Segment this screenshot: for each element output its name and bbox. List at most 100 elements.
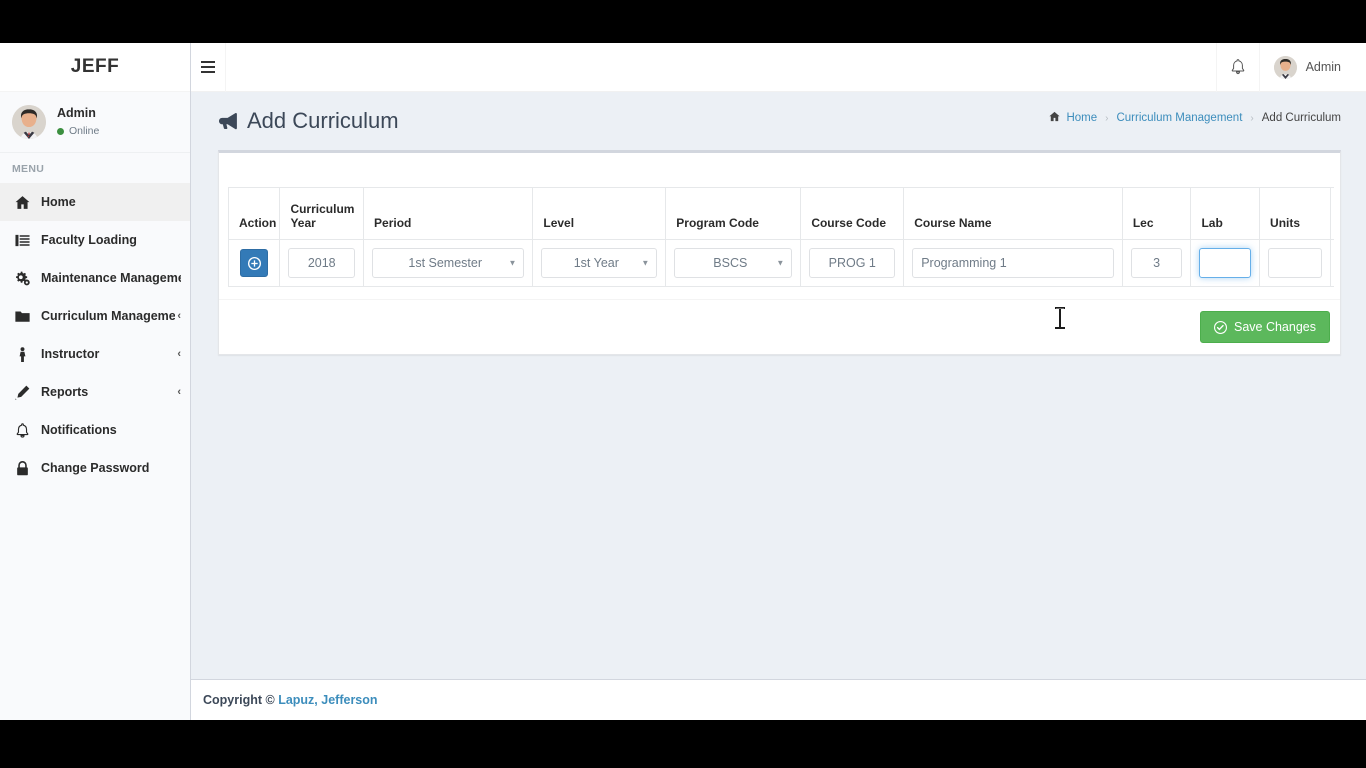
chevron-left-icon: ‹ bbox=[177, 310, 181, 322]
save-changes-label: Save Changes bbox=[1233, 320, 1316, 334]
cell-curriculum-year bbox=[279, 239, 365, 287]
period-select[interactable]: 1st Semester ▼ bbox=[372, 248, 525, 278]
program-code-select[interactable]: BSCS ▼ bbox=[674, 248, 793, 278]
bell-icon bbox=[16, 422, 29, 438]
column-header-lab: Lab bbox=[1190, 187, 1261, 240]
sidebar-item-label: Maintenance Management bbox=[41, 271, 181, 285]
plus-circle-icon bbox=[247, 256, 261, 270]
sidebar-user-name: Admin bbox=[57, 106, 96, 121]
column-header-course-code: Course Code bbox=[800, 187, 905, 240]
notifications-button[interactable] bbox=[1215, 43, 1259, 92]
author-link[interactable]: Lapuz, Jefferson bbox=[278, 693, 377, 707]
column-header-curriculum-year: Curriculum Year bbox=[279, 187, 365, 240]
breadcrumb: Home › Curriculum Management › Add Curriculu… bbox=[1049, 111, 1341, 125]
cell-program-code: BSCS ▼ bbox=[665, 239, 802, 287]
sidebar-item-maintenance-management[interactable]: Maintenance Management bbox=[0, 259, 190, 297]
application-window: JEFF Admin Online MENU Home Faculty Load… bbox=[0, 43, 1366, 720]
user-menu-button[interactable]: Admin bbox=[1258, 43, 1366, 92]
cell-level: 1st Year ▼ bbox=[532, 239, 667, 287]
breadcrumb-item-home[interactable]: Home bbox=[1049, 111, 1097, 125]
gears-icon bbox=[15, 271, 34, 286]
level-select[interactable]: 1st Year ▼ bbox=[541, 248, 658, 278]
home-icon-sm bbox=[1049, 111, 1061, 122]
table-header-row: Action Curriculum Year Period Level Program … bbox=[228, 187, 1334, 240]
breadcrumb-item-add-curriculum: Add Curriculum bbox=[1262, 112, 1341, 124]
brand-logo[interactable]: JEFF bbox=[0, 43, 190, 92]
sidebar-item-instructor[interactable]: Instructor ‹ bbox=[0, 335, 190, 373]
topbar-avatar-image bbox=[1273, 55, 1297, 79]
curriculum-box-footer: Save Changes bbox=[219, 299, 1340, 354]
sidebar-user-status: Online bbox=[57, 125, 99, 138]
lab-input[interactable] bbox=[1199, 248, 1252, 278]
sidebar-item-change-password[interactable]: Change Password bbox=[0, 449, 190, 487]
chevron-down-icon: ▼ bbox=[641, 258, 650, 268]
table-body: 1st Semester ▼ 1st Year ▼ bbox=[228, 239, 1334, 287]
page-title-text: Add Curriculum bbox=[247, 108, 399, 133]
column-header-units: Units bbox=[1259, 187, 1331, 240]
sidebar-item-reports[interactable]: Reports ‹ bbox=[0, 373, 190, 411]
sidebar-user-panel[interactable]: Admin Online bbox=[0, 92, 190, 153]
breadcrumb-item-label: Home bbox=[1066, 112, 1098, 124]
breadcrumb-item-curriculum-management[interactable]: Curriculum Management bbox=[1116, 112, 1242, 124]
sidebar-item-curriculum-management[interactable]: Curriculum Management ‹ bbox=[0, 297, 190, 335]
sidebar-item-label: Curriculum Management bbox=[41, 309, 176, 323]
sidebar-item-label: Faculty Loading bbox=[41, 233, 137, 247]
cell-course-name bbox=[903, 239, 1123, 287]
content-body: Action Curriculum Year Period Level Program … bbox=[191, 150, 1366, 355]
curriculum-box-body: Action Curriculum Year Period Level Program … bbox=[219, 153, 1340, 299]
curriculum-table: Action Curriculum Year Period Level Program … bbox=[228, 187, 1334, 287]
sidebar-item-label: Reports bbox=[41, 385, 89, 399]
column-header-action: Action bbox=[228, 187, 281, 240]
table-scroll-area: Action Curriculum Year Period Level Program … bbox=[228, 187, 1334, 287]
sidebar-item-notifications[interactable]: Notifications bbox=[0, 411, 190, 449]
lec-input[interactable] bbox=[1130, 248, 1183, 278]
top-navbar: Admin bbox=[191, 43, 1366, 92]
copyright-text: Copyright © bbox=[203, 693, 275, 707]
curriculum-year-input[interactable] bbox=[288, 248, 356, 278]
sidebar-menu-header: MENU bbox=[12, 163, 45, 175]
check-circle-icon bbox=[1213, 320, 1227, 334]
lock-icon bbox=[15, 460, 34, 476]
chevron-down-icon: ▼ bbox=[508, 258, 517, 268]
home-icon bbox=[15, 195, 34, 210]
topbar-user-name: Admin bbox=[1305, 60, 1341, 74]
gears-icon bbox=[16, 271, 30, 285]
folder-icon bbox=[15, 309, 34, 324]
breadcrumb-separator: › bbox=[1105, 112, 1109, 124]
person-icon bbox=[15, 346, 34, 362]
table-row: 1st Semester ▼ 1st Year ▼ bbox=[228, 239, 1334, 287]
person-icon bbox=[19, 346, 26, 362]
brand-logo-text: JEFF bbox=[70, 56, 120, 77]
column-header-level: Level bbox=[532, 187, 667, 240]
chevron-left-icon: ‹ bbox=[177, 348, 181, 360]
online-status-dot bbox=[57, 127, 64, 135]
avatar-image bbox=[12, 105, 46, 139]
letterbox-bottom-bar bbox=[0, 720, 1366, 768]
hamburger-icon[interactable] bbox=[191, 43, 226, 92]
folder-icon bbox=[15, 310, 30, 322]
sidebar-nav-list: Home Faculty Loading Maintenance Managemen… bbox=[0, 183, 190, 487]
sidebar-item-faculty-loading[interactable]: Faculty Loading bbox=[0, 221, 190, 259]
page-footer: Copyright © Lapuz, Jefferson bbox=[191, 679, 1366, 720]
list-icon bbox=[15, 233, 34, 248]
cell-lab bbox=[1190, 239, 1261, 287]
breadcrumb-separator: › bbox=[1250, 112, 1254, 124]
course-code-input[interactable] bbox=[809, 248, 896, 278]
sidebar-user-status-label: Online bbox=[69, 124, 100, 137]
column-header-lec: Lec bbox=[1121, 187, 1192, 240]
topbar-right-menu: Admin bbox=[1215, 43, 1366, 92]
bullhorn-icon bbox=[219, 112, 237, 130]
course-name-input[interactable] bbox=[912, 248, 1114, 278]
save-changes-button[interactable]: Save Changes bbox=[1199, 311, 1330, 343]
cell-action bbox=[228, 239, 281, 287]
sidebar-item-home[interactable]: Home bbox=[0, 183, 190, 221]
add-row-button[interactable] bbox=[240, 249, 269, 277]
home-icon bbox=[1049, 111, 1061, 125]
chevron-left-icon: ‹ bbox=[177, 386, 181, 398]
column-header-complab: Complab bbox=[1329, 187, 1334, 240]
cell-course-code bbox=[800, 239, 905, 287]
chevron-down-icon: ▼ bbox=[776, 258, 785, 268]
units-input[interactable] bbox=[1268, 248, 1322, 278]
sidebar-item-label: Notifications bbox=[41, 423, 117, 437]
lock-icon bbox=[17, 460, 28, 475]
